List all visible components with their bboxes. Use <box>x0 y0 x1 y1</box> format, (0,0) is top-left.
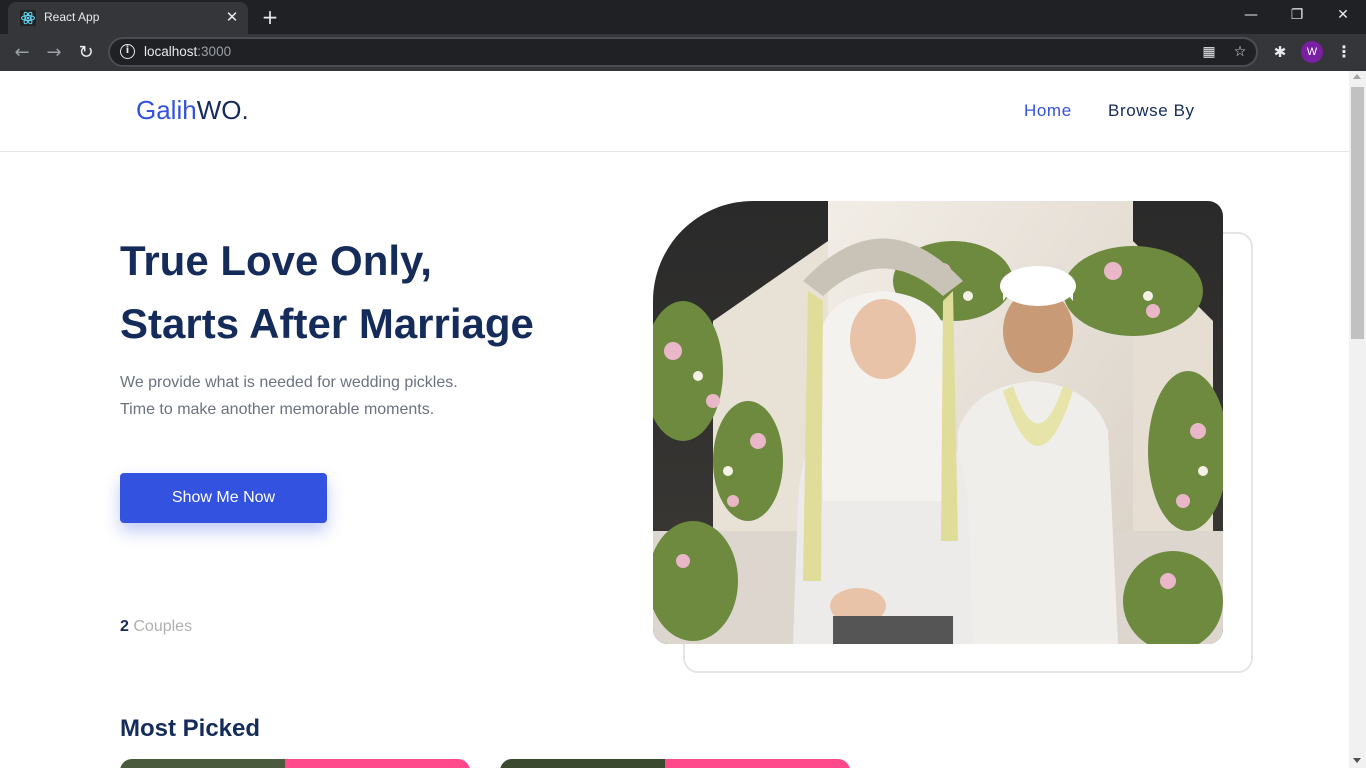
nav-home-link[interactable]: Home <box>1024 101 1072 121</box>
react-favicon-icon <box>20 10 36 26</box>
site-info-icon[interactable]: i <box>120 44 135 59</box>
new-tab-icon[interactable]: + <box>258 5 282 29</box>
browser-toolbar: ← → ↻ i localhost:3000 ▦ ☆ ✱ W ⋮ <box>0 34 1366 71</box>
menu-icon[interactable]: ⋮ <box>1334 41 1354 63</box>
back-icon[interactable]: ← <box>9 40 35 66</box>
url-port: :3000 <box>197 44 232 59</box>
browser-titlebar: React App ✕ + — ❐ ✕ <box>0 0 1366 34</box>
card-badge <box>285 759 470 768</box>
couples-label: Couples <box>133 618 193 635</box>
show-me-now-button[interactable]: Show Me Now <box>120 473 327 523</box>
scroll-thumb[interactable] <box>1351 87 1364 339</box>
most-picked-card[interactable] <box>500 759 850 768</box>
nav-browse-link[interactable]: Browse By <box>1108 101 1195 121</box>
card-badge <box>665 759 850 768</box>
qr-code-icon[interactable]: ▦ <box>1200 43 1218 61</box>
wedding-couple-image <box>653 201 1223 644</box>
brand-logo[interactable]: GalihWO. <box>136 95 249 126</box>
couples-stat: 2 Couples <box>120 618 192 636</box>
card-image <box>500 759 665 768</box>
tab-title: React App <box>44 10 100 24</box>
star-icon[interactable]: ☆ <box>1231 43 1249 61</box>
extensions-icon[interactable]: ✱ <box>1270 42 1290 62</box>
hero-title: True Love Only, Starts After Marriage <box>120 229 640 355</box>
scroll-up-icon[interactable] <box>1353 74 1361 79</box>
reload-icon[interactable]: ↻ <box>73 40 99 66</box>
tab-close-icon[interactable]: ✕ <box>224 9 240 25</box>
hero-title-line2: Starts After Marriage <box>120 300 534 347</box>
most-picked-heading: Most Picked <box>120 715 261 742</box>
most-picked-card[interactable] <box>120 759 470 768</box>
url-text[interactable]: localhost:3000 <box>144 44 231 59</box>
address-bar[interactable]: i localhost:3000 ▦ ☆ <box>108 37 1258 67</box>
url-host: localhost <box>144 44 198 59</box>
couples-count: 2 <box>120 618 129 635</box>
scroll-down-icon[interactable] <box>1353 758 1361 763</box>
restore-icon[interactable]: ❐ <box>1274 0 1320 32</box>
hero-description: We provide what is needed for wedding pi… <box>120 374 458 418</box>
site-header: GalihWO. Home Browse By <box>0 71 1349 152</box>
minimize-icon[interactable]: — <box>1228 0 1274 32</box>
browser-tab[interactable]: React App ✕ <box>8 2 248 34</box>
window-close-icon[interactable]: ✕ <box>1320 0 1366 32</box>
brand-part2: WO. <box>196 95 249 125</box>
hero-title-line1: True Love Only, <box>120 237 432 284</box>
hero-wedding-photo <box>653 201 1223 644</box>
brand-part1: Galih <box>136 95 197 125</box>
forward-icon[interactable]: → <box>41 40 67 66</box>
page-viewport: GalihWO. Home Browse By True Love Only, … <box>0 71 1366 768</box>
profile-avatar[interactable]: W <box>1301 41 1323 63</box>
page-scrollbar[interactable] <box>1349 71 1366 768</box>
card-image <box>120 759 285 768</box>
